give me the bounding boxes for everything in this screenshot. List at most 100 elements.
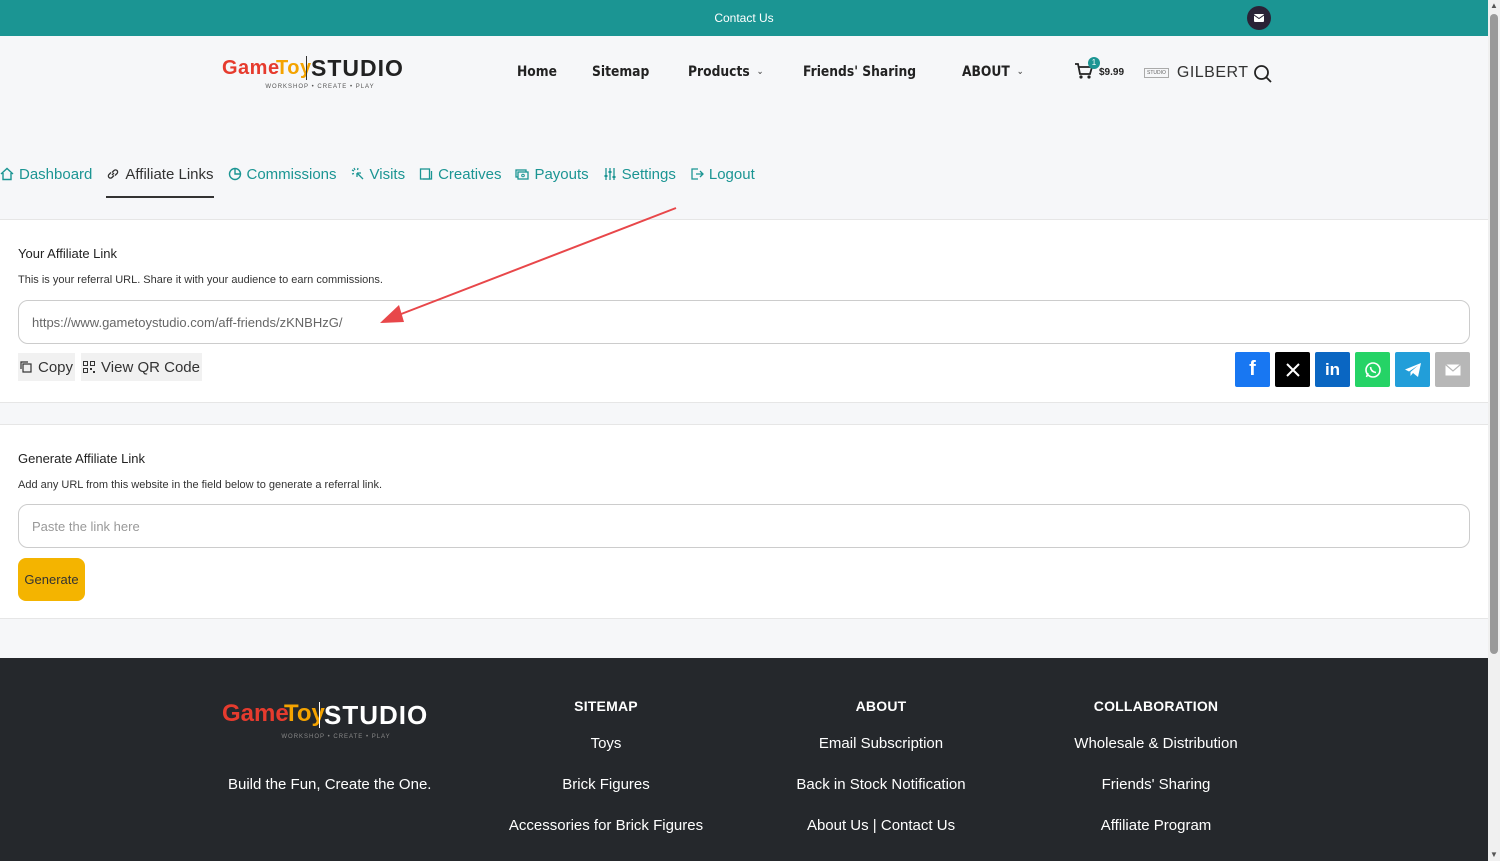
home-icon (0, 167, 14, 181)
footer-logo[interactable]: Game Toy STUDIO WORKSHOP • CREATE • PLAY (222, 698, 444, 742)
nav-products[interactable]: Products ⌄ (688, 64, 763, 80)
footer-tagline: Build the Fun, Create the One. (228, 776, 432, 793)
nav-about-label: ABOUT (961, 64, 1010, 80)
footer-link-about-contact[interactable]: About Us | Contact Us (761, 817, 1001, 834)
money-icon (515, 169, 530, 180)
telegram-share-button[interactable] (1395, 352, 1430, 387)
copy-button-label: Copy (38, 358, 74, 376)
nav-sitemap-label: Sitemap (592, 64, 650, 80)
footer-link-friends-sharing[interactable]: Friends' Sharing (1036, 776, 1276, 793)
chevron-down-icon: ⌄ (1016, 67, 1024, 77)
footer-link-brick-figures[interactable]: Brick Figures (486, 776, 726, 793)
page-scrollbar[interactable]: ▲ ▼ (1488, 0, 1500, 861)
chevron-down-icon: ⌄ (756, 67, 763, 77)
tab-settings-label: Settings (621, 166, 676, 183)
cart-total: $9.99 (1099, 67, 1125, 78)
nav-sitemap[interactable]: Sitemap (592, 64, 649, 80)
generate-button[interactable]: Generate (18, 558, 85, 601)
paste-link-input[interactable]: Paste the link here (18, 504, 1470, 548)
footer-sitemap-column: SITEMAP Toys Brick Figures Accessories f… (486, 698, 726, 858)
linkedin-share-button[interactable]: in (1315, 352, 1350, 387)
site-logo[interactable]: Game Toy STUDIO WORKSHOP • CREATE • PLAY (222, 54, 416, 92)
logo-studio: STUDIO (311, 55, 404, 81)
copy-button[interactable]: Copy (18, 353, 76, 381)
user-account[interactable]: STUDIO GILBERT (1144, 64, 1249, 82)
site-footer: Game Toy STUDIO WORKSHOP • CREATE • PLAY… (0, 658, 1488, 861)
scrollbar-thumb[interactable] (1490, 14, 1498, 654)
view-qr-code-label: View QR Code (101, 358, 200, 376)
tab-creatives[interactable]: Creatives (419, 160, 501, 198)
footer-link-back-in-stock[interactable]: Back in Stock Notification (761, 776, 1001, 793)
share-buttons: f in (1235, 352, 1470, 387)
footer-logo-divider (319, 702, 320, 728)
search-icon[interactable] (1253, 64, 1273, 89)
footer-link-accessories[interactable]: Accessories for Brick Figures (486, 817, 726, 834)
tab-commissions[interactable]: Commissions (228, 160, 337, 198)
tab-visits[interactable]: Visits (351, 160, 406, 198)
facebook-icon: f (1249, 358, 1256, 380)
logo-divider (306, 56, 307, 80)
footer-link-affiliate-program[interactable]: Affiliate Program (1036, 817, 1276, 834)
footer-link-email-subscription[interactable]: Email Subscription (761, 735, 1001, 752)
affiliate-link-description: This is your referral URL. Share it with… (18, 274, 383, 286)
footer-link-toys[interactable]: Toys (486, 735, 726, 752)
tab-commissions-label: Commissions (246, 166, 337, 183)
facebook-share-button[interactable]: f (1235, 352, 1270, 387)
footer-logo-tagline: WORKSHOP • CREATE • PLAY (281, 734, 391, 740)
footer-about-column: ABOUT Email Subscription Back in Stock N… (761, 698, 1001, 858)
email-icon (1444, 363, 1461, 375)
footer-logo-game: Game (222, 700, 289, 727)
footer-collaboration-title: COLLABORATION (1093, 698, 1219, 714)
mail-icon[interactable] (1247, 6, 1271, 30)
scroll-up-arrow-icon[interactable]: ▲ (1490, 2, 1498, 10)
tab-visits-label: Visits (369, 166, 406, 183)
cart-button[interactable]: 1 $9.99 (1074, 57, 1124, 85)
tab-payouts-label: Payouts (534, 166, 589, 183)
click-icon (351, 167, 363, 180)
nav-friends-sharing[interactable]: Friends' Sharing (803, 64, 916, 80)
tab-payouts[interactable]: Payouts (515, 160, 589, 198)
paste-link-placeholder: Paste the link here (32, 518, 140, 534)
tab-affiliate-links-label: Affiliate Links (125, 166, 214, 183)
tab-settings[interactable]: Settings (603, 160, 676, 198)
sliders-icon (604, 168, 616, 180)
pie-chart-icon (228, 167, 241, 181)
footer-sitemap-title: SITEMAP (574, 698, 638, 714)
tab-dashboard-label: Dashboard (19, 166, 93, 183)
tab-affiliate-links[interactable]: Affiliate Links (106, 160, 214, 198)
nav-friends-sharing-label: Friends' Sharing (803, 64, 917, 80)
x-share-button[interactable] (1275, 352, 1310, 387)
footer-link-wholesale[interactable]: Wholesale & Distribution (1036, 735, 1276, 752)
tab-dashboard[interactable]: Dashboard (0, 160, 92, 198)
scroll-down-arrow-icon[interactable]: ▼ (1490, 851, 1498, 859)
whatsapp-share-button[interactable] (1355, 352, 1390, 387)
affiliate-link-actions: Copy View QR Code (18, 353, 208, 381)
logo-game: Game (222, 57, 280, 79)
logo-tagline: WORKSHOP • CREATE • PLAY (265, 84, 375, 90)
tab-creatives-label: Creatives (438, 166, 502, 183)
logout-icon (691, 168, 704, 180)
tab-logout-label: Logout (708, 166, 755, 183)
email-share-button[interactable] (1435, 352, 1470, 387)
generate-title: Generate Affiliate Link (18, 451, 145, 466)
footer-collaboration-column: COLLABORATION Wholesale & Distribution F… (1036, 698, 1276, 858)
nav-products-label: Products (687, 64, 750, 80)
footer-logo-studio: STUDIO (324, 700, 429, 730)
affiliate-url-field[interactable]: https://www.gametoystudio.com/aff-friend… (18, 300, 1470, 344)
copy-icon (20, 361, 32, 373)
tab-logout[interactable]: Logout (690, 160, 755, 198)
view-qr-code-button[interactable]: View QR Code (81, 353, 202, 381)
nav-home[interactable]: Home (517, 64, 557, 80)
nav-about[interactable]: ABOUT ⌄ (962, 64, 1023, 80)
qr-code-icon (83, 361, 96, 373)
user-avatar-logo: STUDIO (1144, 68, 1169, 78)
top-bar: Contact Us (0, 0, 1488, 36)
footer-about-title: ABOUT (855, 698, 907, 714)
main-nav: Home Sitemap Products ⌄ Friends' Sharing … (517, 64, 1062, 80)
telegram-icon (1404, 362, 1421, 377)
affiliate-link-title: Your Affiliate Link (18, 246, 118, 261)
whatsapp-icon (1364, 361, 1381, 378)
image-icon (419, 168, 433, 180)
generate-affiliate-link-card: Generate Affiliate Link Add any URL from… (0, 424, 1488, 619)
nav-home-label: Home (517, 64, 557, 80)
